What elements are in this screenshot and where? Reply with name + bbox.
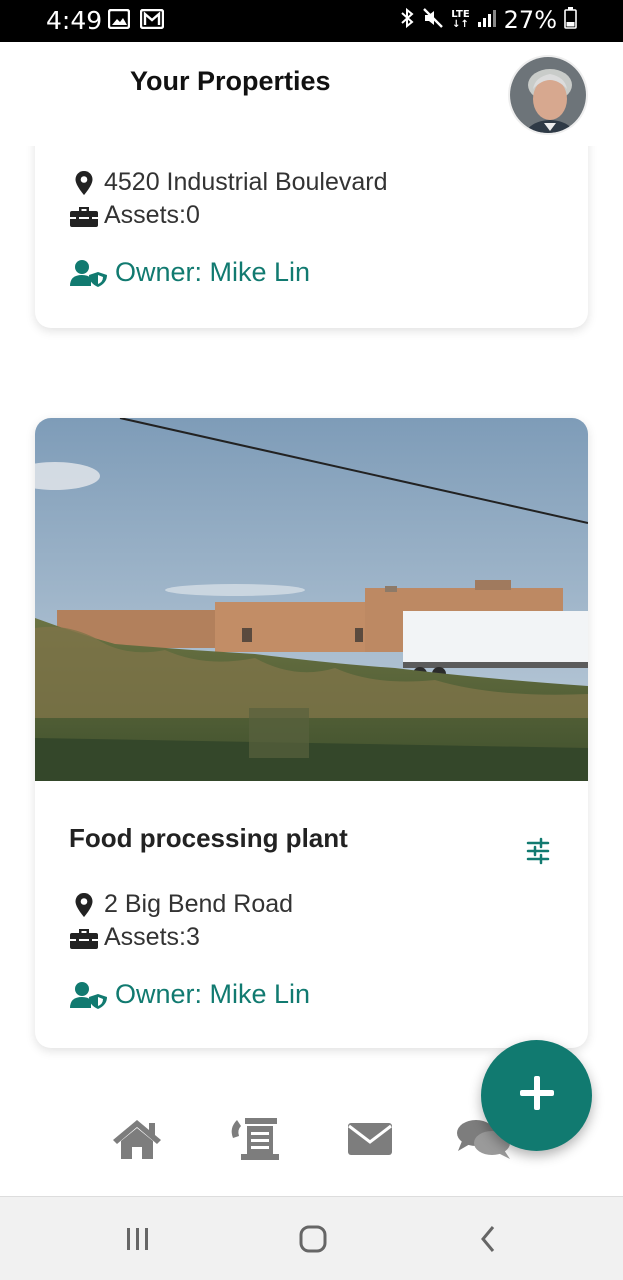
home-button-icon[interactable] [295, 1223, 331, 1255]
address-row: 2 Big Bend Road [69, 890, 293, 919]
status-bar: 4:49 LTE ↓↑ 27% [0, 0, 623, 42]
property-owner: Owner: Mike Lin [115, 257, 311, 287]
plus-icon [518, 1074, 556, 1117]
location-pin-icon [69, 891, 99, 919]
property-assets: Assets:3 [104, 923, 200, 951]
mail-icon[interactable] [342, 1114, 398, 1164]
user-shield-icon [69, 981, 109, 1009]
back-icon[interactable] [470, 1223, 506, 1255]
settings-sliders-icon[interactable] [523, 836, 553, 866]
status-time: 4:49 [46, 6, 103, 35]
assets-row: Assets:3 [69, 923, 200, 952]
home-icon[interactable] [109, 1114, 165, 1164]
system-nav-bar [0, 1196, 623, 1280]
property-card[interactable]: Food processing plant 2 Big Bend Road As… [35, 418, 588, 1048]
owner-row: Owner: Mike Lin [69, 979, 310, 1010]
toolbox-icon [69, 924, 99, 952]
signal-icon [477, 8, 497, 33]
property-list[interactable]: 4520 Industrial Boulevard Assets:0 Owner… [0, 146, 623, 1096]
property-card[interactable]: 4520 Industrial Boulevard Assets:0 Owner… [35, 146, 588, 328]
toolbox-icon [69, 202, 99, 230]
gmail-icon [139, 8, 165, 34]
recent-apps-icon[interactable] [120, 1223, 156, 1255]
industrial-building-photo [35, 418, 588, 781]
reception-desk-icon[interactable] [226, 1114, 282, 1164]
profile-avatar[interactable] [508, 55, 588, 135]
network-type: LTE [451, 9, 470, 20]
user-shield-icon [69, 259, 109, 287]
property-owner: Owner: Mike Lin [115, 979, 311, 1009]
add-property-button[interactable] [481, 1040, 592, 1151]
property-address: 4520 Industrial Boulevard [104, 168, 388, 196]
lte-icon: LTE ↓↑ [451, 9, 470, 30]
bluetooth-icon [399, 7, 415, 34]
owner-row: Owner: Mike Lin [69, 257, 310, 288]
property-address: 2 Big Bend Road [104, 890, 294, 918]
property-assets: Assets:0 [104, 201, 200, 229]
assets-row: Assets:0 [69, 201, 200, 230]
property-title: Food processing plant [69, 823, 348, 853]
location-pin-icon [69, 169, 99, 197]
page-title: Your Properties [130, 66, 331, 96]
app-header: Your Properties [0, 42, 623, 146]
mute-icon [422, 7, 444, 34]
image-icon [107, 8, 131, 34]
battery-percent: 27% [503, 6, 557, 34]
battery-icon [564, 6, 577, 34]
address-row: 4520 Industrial Boulevard [69, 168, 388, 197]
